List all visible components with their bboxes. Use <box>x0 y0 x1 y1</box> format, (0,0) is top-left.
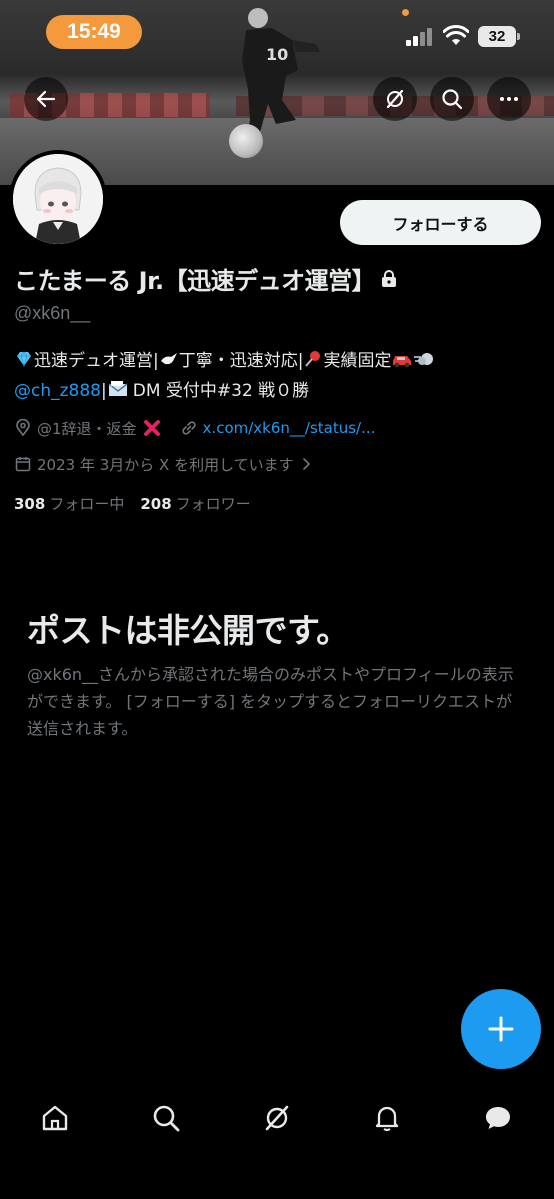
tab-home[interactable] <box>35 1098 75 1138</box>
bell-icon <box>375 1106 399 1132</box>
profile-website[interactable]: x.com/xk6n__/status/... <box>180 419 376 437</box>
messages-icon <box>486 1107 510 1129</box>
link-icon <box>181 421 196 435</box>
following-count: 308 <box>14 495 46 513</box>
tab-notifications[interactable] <box>367 1098 407 1138</box>
location-text: @1辞退・返金 <box>37 419 137 438</box>
dash-icon <box>414 353 434 365</box>
tab-search[interactable] <box>146 1098 186 1138</box>
tab-messages[interactable] <box>478 1098 518 1138</box>
bio-line-1: 迅速デュオ運営| 丁寧・迅速対応| 実績固定 <box>14 346 544 376</box>
search-icon <box>153 1105 180 1132</box>
private-notice-title: ポストは非公開です。 <box>27 611 349 650</box>
tab-grok[interactable] <box>257 1098 297 1138</box>
bio-text-2: 丁寧・迅速対応| <box>178 351 304 371</box>
followers-link[interactable]: 208 フォロワー <box>140 493 250 514</box>
envelope-icon <box>108 381 128 396</box>
grok-slash-icon <box>386 89 404 109</box>
search-button[interactable] <box>430 77 474 121</box>
car-icon <box>393 356 412 368</box>
compose-post-button[interactable] <box>461 989 541 1069</box>
profile-meta-row: @1辞退・返金 x.com/xk6n__/status/... <box>14 416 544 440</box>
search-icon <box>442 89 463 110</box>
avatar[interactable] <box>9 150 107 248</box>
location-pin-icon <box>16 419 30 437</box>
more-button[interactable] <box>487 77 531 121</box>
following-label: フォロー中 <box>49 495 125 513</box>
arrow-left-icon <box>36 90 56 108</box>
back-button[interactable] <box>24 77 68 121</box>
status-bar: 15:49 32 <box>0 0 554 66</box>
joined-text: 2023 年 3月から X を利用しています <box>37 455 294 474</box>
display-name: こたまーる Jr.【迅速デュオ運営】 <box>14 267 376 295</box>
grok-button[interactable] <box>373 77 417 121</box>
banner-football <box>229 124 263 158</box>
followers-count: 208 <box>140 495 172 513</box>
pushpin-icon <box>305 351 321 367</box>
status-time: 15:49 <box>46 15 142 49</box>
profile-location: @1辞退・返金 <box>14 418 162 439</box>
follow-button[interactable]: フォローする <box>340 200 541 245</box>
bio-line-2: @ch_z888| DM 受付中#32 戦０勝 <box>14 376 544 406</box>
cross-mark-icon <box>143 420 160 436</box>
bottom-tab-bar <box>0 1082 554 1152</box>
dove-icon <box>160 353 177 365</box>
avatar-illustration <box>13 154 103 244</box>
battery-indicator: 32 <box>478 26 520 47</box>
private-notice-body: @xk6n__さんから承認された場合のみポストやプロフィールの表示ができます。 … <box>27 665 514 738</box>
website-link[interactable]: x.com/xk6n__/status/... <box>203 419 376 437</box>
plus-icon <box>488 1016 514 1042</box>
privacy-indicator-dot <box>402 9 409 16</box>
profile-handle: @xk6n__ <box>14 303 91 323</box>
grok-icon <box>265 1105 289 1131</box>
avatar-image <box>13 154 103 244</box>
followers-label: フォロワー <box>175 495 251 513</box>
profile-bio: 迅速デュオ運営| 丁寧・迅速対応| 実績固定 @ch_z888| DM 受付中#32 … <box>14 346 544 406</box>
bio-text-3: 実績固定 <box>323 351 392 371</box>
wifi-icon <box>443 25 469 45</box>
calendar-icon <box>15 457 31 472</box>
home-indicator-area <box>0 1152 554 1199</box>
profile-name-row: こたまーる Jr.【迅速デュオ運営】 <box>14 261 544 296</box>
lock-icon <box>382 269 397 287</box>
bio-mention-link[interactable]: @ch_z888 <box>14 381 101 401</box>
more-horizontal-icon <box>500 97 518 101</box>
gem-icon <box>17 351 31 368</box>
cellular-signal-icon <box>406 28 434 46</box>
follow-counts: 308 フォロー中 208 フォロワー <box>14 493 251 514</box>
following-link[interactable]: 308 フォロー中 <box>14 493 124 514</box>
profile-joined-row[interactable]: 2023 年 3月から X を利用しています <box>14 452 544 476</box>
home-icon <box>42 1105 68 1131</box>
bio-text-4: DM 受付中#32 戦０勝 <box>132 381 310 401</box>
bio-text-1: 迅速デュオ運営| <box>34 351 159 371</box>
chevron-right-icon <box>302 458 310 470</box>
